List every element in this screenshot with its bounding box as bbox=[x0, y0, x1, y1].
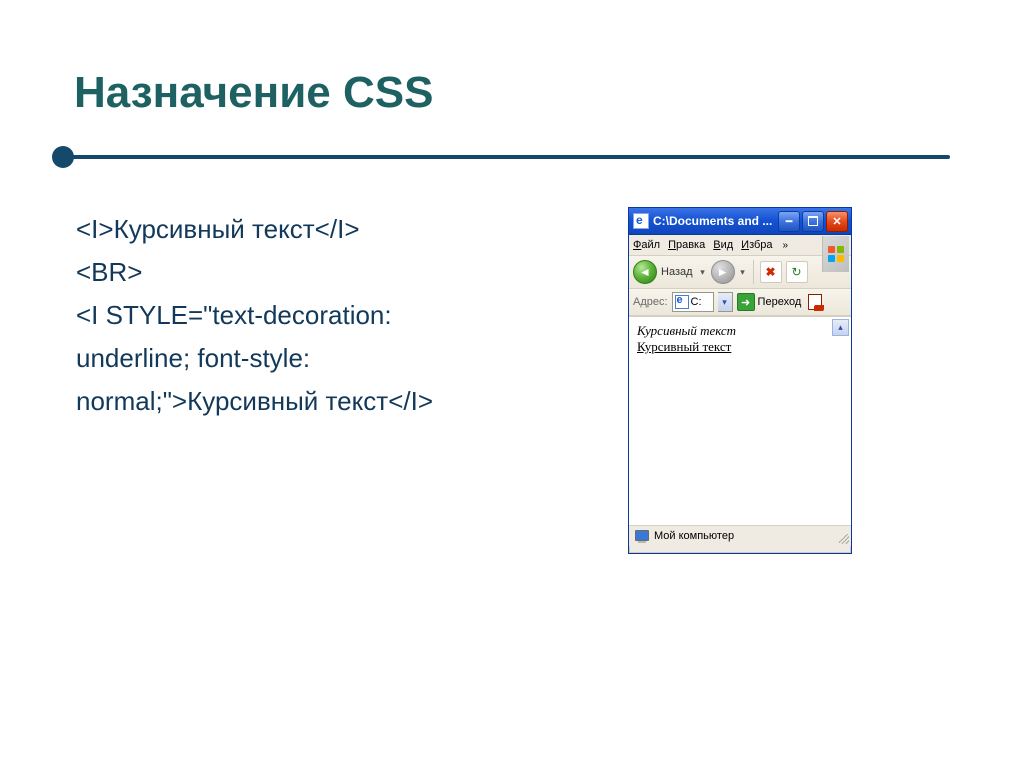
back-dropdown-icon[interactable]: ▾ bbox=[699, 267, 707, 278]
browser-toolbar: ◄ Назад ▾ ► ▾ ✖ ↻ bbox=[629, 256, 851, 289]
rendered-line-2: Курсивный текст bbox=[637, 339, 843, 355]
go-arrow-icon: ➜ bbox=[737, 293, 755, 311]
pdf-toolbar-icon[interactable] bbox=[805, 292, 825, 312]
browser-titlebar[interactable]: C:\Documents and ... ━ ✕ bbox=[629, 208, 851, 235]
rendered-line-1: Курсивный текст bbox=[637, 323, 843, 339]
ie-favicon-icon bbox=[633, 213, 649, 229]
toolbar-separator bbox=[753, 260, 754, 284]
refresh-button[interactable]: ↻ bbox=[786, 261, 808, 283]
underline-line bbox=[63, 155, 950, 159]
back-button[interactable]: ◄ bbox=[633, 260, 657, 284]
browser-viewport: ▴ Курсивный текст Курсивный текст bbox=[629, 316, 851, 525]
address-value: C: bbox=[691, 296, 702, 308]
code-line-1: <I>Курсивный текст</I> bbox=[76, 212, 586, 247]
menu-view[interactable]: Вид bbox=[713, 239, 733, 251]
close-button[interactable]: ✕ bbox=[826, 211, 848, 232]
code-line-3a: <I STYLE="text-decoration: bbox=[76, 298, 586, 333]
slide-title: Назначение CSS bbox=[74, 68, 433, 118]
browser-window: C:\Documents and ... ━ ✕ Файл Правка Вид… bbox=[628, 207, 852, 554]
window-controls: ━ ✕ bbox=[778, 211, 848, 232]
menu-overflow-icon[interactable]: » bbox=[783, 240, 789, 251]
maximize-button[interactable] bbox=[802, 211, 824, 232]
address-bar: Адрес: C: ▾ ➜ Переход bbox=[629, 289, 851, 316]
menu-favorites[interactable]: Избра bbox=[741, 239, 772, 251]
code-block: <I>Курсивный текст</I> <BR> <I STYLE="te… bbox=[76, 212, 586, 427]
slide: Назначение CSS <I>Курсивный текст</I> <B… bbox=[0, 0, 1024, 768]
title-underline bbox=[52, 146, 950, 168]
resize-grip-icon[interactable] bbox=[839, 534, 849, 544]
forward-dropdown-icon[interactable]: ▾ bbox=[739, 267, 747, 278]
menu-file[interactable]: Файл bbox=[633, 239, 660, 251]
minimize-button[interactable]: ━ bbox=[778, 211, 800, 232]
my-computer-icon bbox=[635, 530, 649, 542]
code-line-3b: underline; font-style: bbox=[76, 341, 586, 376]
browser-statusbar: Мой компьютер bbox=[629, 525, 851, 546]
status-text: Мой компьютер bbox=[654, 530, 734, 542]
code-line-3c: normal;">Курсивный текст</I> bbox=[76, 384, 586, 419]
go-button[interactable]: ➜ Переход bbox=[737, 293, 802, 311]
back-label: Назад bbox=[661, 266, 693, 278]
code-line-2: <BR> bbox=[76, 255, 586, 290]
browser-menubar: Файл Правка Вид Избра » bbox=[629, 235, 851, 256]
address-dropdown-icon[interactable]: ▾ bbox=[718, 292, 733, 312]
address-label: Адрес: bbox=[633, 296, 668, 308]
menu-edit[interactable]: Правка bbox=[668, 239, 705, 251]
stop-button[interactable]: ✖ bbox=[760, 261, 782, 283]
windows-flag-icon bbox=[822, 236, 849, 272]
address-field[interactable]: C: bbox=[672, 292, 714, 312]
go-label: Переход bbox=[758, 296, 802, 308]
address-favicon-icon bbox=[675, 295, 689, 309]
scroll-up-button[interactable]: ▴ bbox=[832, 319, 849, 336]
forward-button[interactable]: ► bbox=[711, 260, 735, 284]
browser-title: C:\Documents and ... bbox=[653, 214, 778, 228]
